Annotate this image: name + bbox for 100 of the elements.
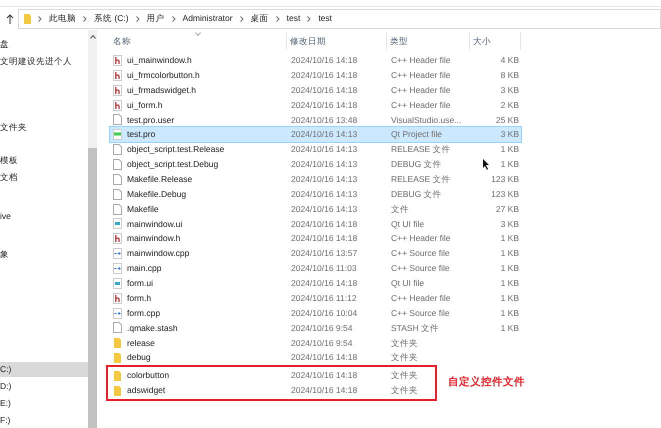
file-icon <box>113 188 122 200</box>
up-arrow-icon[interactable] <box>6 14 14 24</box>
file-row[interactable]: main.cpp 2024/10/16 11:03 C++ Source file 1 KB <box>110 261 521 276</box>
modified-date: 2024/10/16 14:13 <box>290 145 358 154</box>
modified-date: 2024/10/16 14:18 <box>290 100 358 110</box>
header-file-icon <box>113 70 122 81</box>
file-row[interactable]: .qmake.stash 2024/10/16 9:54 STASH 文件 1 KB <box>110 320 521 336</box>
nav-item[interactable]: 文件夹 <box>0 120 88 135</box>
nav-item[interactable]: D:) <box>0 379 88 394</box>
file-name: .qmake.stash <box>127 324 178 332</box>
column-header[interactable]: 类型 <box>387 32 470 50</box>
file-row[interactable]: Makefile 2024/10/16 14:13 文件 27 KB <box>110 202 521 216</box>
file-type: VisualStudio.use... <box>390 116 462 124</box>
file-name: object_script.test.Release <box>127 145 224 154</box>
nav-item[interactable]: 文档 <box>0 170 88 185</box>
modified-date: 2024/10/16 14:13 <box>290 160 358 169</box>
file-row[interactable]: ui_frmadswidget.h 2024/10/16 14:18 C++ Header file 3 KB <box>110 82 521 98</box>
nav-item[interactable]: 象 <box>0 247 88 262</box>
file-name: form.ui <box>127 279 153 288</box>
file-row[interactable]: test.pro 2024/10/16 14:13 Qt Project file 3 KB <box>110 127 521 142</box>
file-row[interactable]: object_script.test.Release 2024/10/16 14:13 RELEASE 文件 1 KB <box>110 142 521 158</box>
file-row[interactable]: form.ui 2024/10/16 14:18 Qt UI file 1 KB <box>110 276 521 291</box>
modified-date: 2024/10/16 13:48 <box>290 116 358 124</box>
file-type: Qt Project file <box>390 130 444 139</box>
file-size: 4 KB <box>500 56 519 65</box>
column-header[interactable]: 修改日期 <box>287 32 387 50</box>
breadcrumb-item[interactable]: 桌面 <box>250 12 269 25</box>
file-name: release <box>127 338 155 347</box>
file-row[interactable]: form.cpp 2024/10/16 10:04 C++ Source file 1 KB <box>110 306 521 320</box>
file-name: test.pro.user <box>127 116 174 124</box>
file-row[interactable]: object_script.test.Debug 2024/10/16 14:13 DEBUG 文件 1 KB <box>110 157 521 172</box>
file-type: C++ Header file <box>390 71 452 80</box>
file-row[interactable]: adswidget 2024/10/16 14:18 文件夹 <box>110 382 435 398</box>
file-type: C++ Source file <box>390 249 451 258</box>
file-size: 3 KB <box>500 220 519 228</box>
cpp-file-icon <box>113 308 122 319</box>
column-header[interactable]: 名称 <box>110 32 287 50</box>
scroll-up-icon[interactable] <box>90 35 96 39</box>
file-row[interactable]: debug 2024/10/16 14:18 文件夹 <box>110 350 521 366</box>
nav-item[interactable]: 盘 <box>0 37 88 52</box>
file-row[interactable]: form.h 2024/10/16 11:12 C++ Header file 1 KB <box>110 290 521 306</box>
modified-date: 2024/10/16 14:18 <box>290 71 358 80</box>
file-row[interactable]: ui_frmcolorbutton.h 2024/10/16 14:18 C++ Header file 8 KB <box>110 68 521 83</box>
scrollbar[interactable] <box>88 30 97 428</box>
modified-date: 2024/10/16 14:18 <box>290 371 358 380</box>
file-type: DEBUG 文件 <box>390 190 443 198</box>
file-row[interactable]: test.pro.user 2024/10/16 13:48 VisualStudio.use... 25 KB <box>110 112 521 128</box>
file-row[interactable]: mainwindow.h 2024/10/16 14:18 C++ Header file 1 KB <box>110 231 521 246</box>
address-bar[interactable]: 此电脑 系统 (C:) 用户 Administrator 桌面 test test <box>18 8 661 28</box>
file-size: 2 KB <box>500 100 519 110</box>
ui-file-icon <box>113 218 122 230</box>
file-name: Makefile.Release <box>127 175 192 184</box>
file-type: 文件 <box>390 204 410 214</box>
file-type: C++ Header file <box>390 56 452 65</box>
chevron-icon <box>83 16 87 22</box>
chevron-icon <box>307 16 312 22</box>
nav-item[interactable]: C:) <box>0 362 88 377</box>
file-size: 27 KB <box>496 204 519 214</box>
breadcrumb-item[interactable]: 用户 <box>146 12 165 25</box>
nav-item[interactable]: ive <box>0 209 88 224</box>
file-row[interactable]: mainwindow.cpp 2024/10/16 13:57 C++ Source file 1 KB <box>110 246 521 262</box>
annotation-text: 自定义控件文件 <box>448 375 525 390</box>
column-header[interactable]: 大小 <box>470 32 521 50</box>
chevron-icon <box>38 16 42 22</box>
file-row[interactable]: Makefile.Debug 2024/10/16 14:13 DEBUG 文件 123 KB <box>110 186 521 202</box>
file-row[interactable]: colorbutton 2024/10/16 14:18 文件夹 <box>110 368 435 383</box>
breadcrumb-item[interactable]: 此电脑 <box>49 12 76 25</box>
breadcrumb-item[interactable]: 系统 (C:) <box>94 12 129 25</box>
file-row[interactable]: ui_form.h 2024/10/16 14:18 C++ Header file 2 KB <box>110 98 521 112</box>
breadcrumb-item[interactable]: test <box>286 12 300 25</box>
file-name: Makefile <box>127 204 159 214</box>
file-size: 1 KB <box>500 294 519 302</box>
nav-item[interactable]: E:) <box>0 396 88 411</box>
nav-item[interactable]: F:) <box>0 413 88 428</box>
breadcrumb-item[interactable]: test <box>318 12 332 25</box>
nav-item[interactable]: 模板 <box>0 153 88 168</box>
breadcrumb-item[interactable]: Administrator <box>182 12 233 25</box>
cpp-file-icon <box>113 248 122 260</box>
folder-icon <box>113 352 122 364</box>
modified-date: 2024/10/16 14:18 <box>290 56 358 65</box>
file-size: 1 KB <box>500 264 519 273</box>
scroll-thumb[interactable] <box>88 148 97 428</box>
file-type: C++ Header file <box>390 100 452 110</box>
file-size: 1 KB <box>500 234 519 243</box>
file-size: 3 KB <box>500 130 519 139</box>
file-row[interactable]: release 2024/10/16 9:54 文件夹 <box>110 335 521 350</box>
modified-date: 2024/10/16 10:04 <box>290 308 358 318</box>
modified-date: 2024/10/16 14:18 <box>290 234 358 243</box>
file-name: ui_frmcolorbutton.h <box>127 71 200 80</box>
file-name: main.cpp <box>127 264 162 273</box>
file-row[interactable]: ui_mainwindow.h 2024/10/16 14:18 C++ Header file 4 KB <box>110 53 521 68</box>
modified-date: 2024/10/16 11:12 <box>290 294 358 302</box>
file-type: C++ Header file <box>390 86 452 94</box>
file-row[interactable]: Makefile.Release 2024/10/16 14:13 RELEASE 文件 123 KB <box>110 172 521 187</box>
file-icon <box>113 158 122 170</box>
nav-item[interactable]: 文明建设先进个人 <box>0 54 88 69</box>
file-row[interactable]: mainwindow.ui 2024/10/16 14:18 Qt UI file 3 KB <box>110 216 521 232</box>
file-size: 1 KB <box>500 145 519 154</box>
file-name: debug <box>127 353 151 362</box>
header-file-icon <box>113 54 122 66</box>
